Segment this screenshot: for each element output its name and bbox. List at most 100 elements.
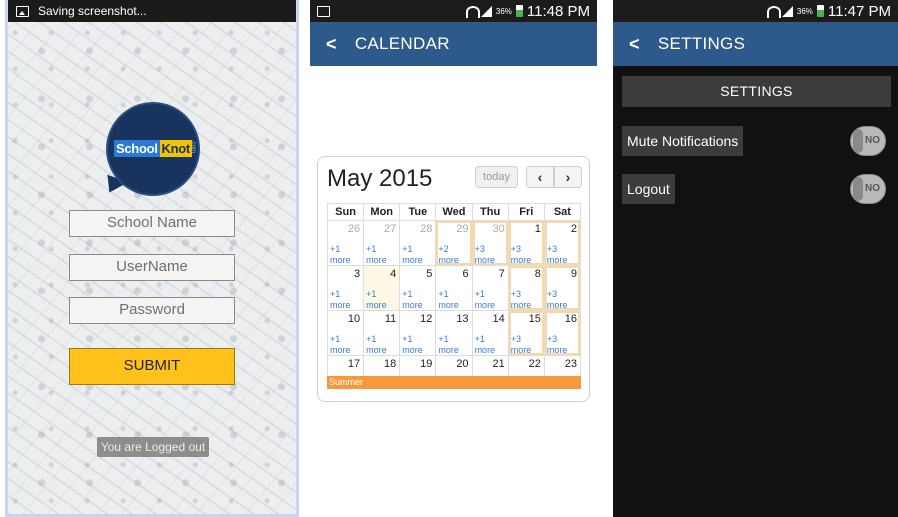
more-events-link[interactable]: +1 more	[330, 244, 351, 266]
day-number: 30	[492, 223, 505, 235]
more-events-link[interactable]: +1 more	[475, 334, 496, 356]
day-number: 16	[564, 313, 577, 325]
calendar-day-cell[interactable]: 26 +1 more	[328, 221, 365, 266]
settings-header: SETTINGS	[622, 76, 891, 107]
more-events-link[interactable]: +1 more	[330, 289, 351, 311]
day-number: 4	[390, 268, 397, 280]
day-number: 15	[528, 313, 541, 325]
more-events-link[interactable]: +3 more	[511, 334, 532, 356]
clock: 11:47 PM	[827, 2, 891, 20]
calendar-day-cell[interactable]: 11 +1 more	[364, 311, 401, 356]
calendar-day-cell[interactable]: 12 +1 more	[400, 311, 437, 356]
calendar-day-cell[interactable]: 16 +3 more	[544, 311, 581, 356]
more-events-link[interactable]: +3 more	[547, 289, 568, 311]
battery-percent: 36%	[796, 6, 813, 16]
day-number: 21	[492, 358, 505, 370]
battery-icon	[515, 5, 523, 17]
more-events-link[interactable]: +1 more	[402, 334, 423, 356]
calendar-day-cell[interactable]: 1 +3 more	[508, 221, 545, 266]
day-number: 2	[570, 223, 577, 235]
calendar-day-cell[interactable]: 28 +1 more	[400, 221, 437, 266]
more-events-link[interactable]: +3 more	[511, 244, 532, 266]
mute-notifications-toggle[interactable]: NO	[850, 126, 886, 156]
more-events-link[interactable]: +3 more	[547, 244, 568, 266]
wifi-icon	[766, 5, 781, 18]
username-input[interactable]: UserName	[69, 254, 235, 281]
calendar-day-cell[interactable]: 4 +1 more	[364, 266, 401, 311]
toggle-knob	[853, 129, 863, 153]
calendar-day-cell[interactable]: 10 +1 more	[328, 311, 365, 356]
more-events-link[interactable]: +1 more	[475, 289, 496, 311]
day-number: 7	[498, 268, 505, 280]
more-events-link[interactable]: +1 more	[438, 334, 459, 356]
day-number: 18	[384, 358, 397, 370]
calendar-day-cell[interactable]: 27 +1 more	[364, 221, 401, 266]
calendar-day-cell[interactable]: 30 +3 more	[472, 221, 509, 266]
logo-knot-text: Knot	[159, 140, 192, 157]
calendar-grid: Sun Mon Tue Wed Thu Fri Sat 26 +1 more 27 +1 more 28…	[327, 203, 581, 386]
more-events-link[interactable]: +2 more	[438, 244, 459, 266]
toggle-state: NO	[865, 183, 880, 194]
logo-wordmark: School Knot	[114, 140, 192, 157]
more-events-link[interactable]: +1 more	[366, 334, 387, 356]
weekday-header-cell: Mon	[364, 204, 401, 221]
calendar-day-cell[interactable]: 9 +3 more	[544, 266, 581, 311]
weekday-header-cell: Sun	[328, 204, 365, 221]
next-month-button[interactable]: ›	[554, 166, 582, 188]
calendar-screen: 36% 11:48 PM < CALENDAR May 2015 today ‹…	[310, 0, 597, 517]
calendar-day-cell[interactable]: 14 +1 more	[472, 311, 509, 356]
more-events-link[interactable]: +1 more	[402, 289, 423, 311]
calendar-card: May 2015 today ‹ › Sun Mon Tue Wed Thu Fri Sat…	[317, 156, 590, 402]
today-button[interactable]: today	[475, 166, 518, 188]
day-number: 19	[420, 358, 433, 370]
event-summer[interactable]: Summer	[327, 376, 581, 389]
calendar-day-cell[interactable]: 6 +1 more	[436, 266, 473, 311]
page-title: CALENDAR	[354, 34, 450, 53]
login-screen: Saving screenshot... School Knot .com Sch…	[5, 0, 299, 517]
calendar-day-cell[interactable]: 15 +3 more	[508, 311, 545, 356]
day-number: 5	[426, 268, 433, 280]
calendar-day-cell[interactable]: 5 +1 more	[400, 266, 437, 311]
more-events-link[interactable]: +1 more	[330, 334, 351, 356]
password-input[interactable]: Password	[69, 297, 235, 324]
calendar-day-cell[interactable]: 8 +3 more	[508, 266, 545, 311]
more-events-link[interactable]: +1 more	[438, 289, 459, 311]
month-title: May 2015	[327, 165, 433, 192]
more-events-link[interactable]: +1 more	[366, 244, 387, 266]
toggle-knob	[853, 177, 863, 201]
more-events-link[interactable]: +3 more	[547, 334, 568, 356]
weekday-header-cell: Wed	[436, 204, 473, 221]
day-number: 17	[347, 358, 361, 370]
weekday-header-cell: Tue	[400, 204, 437, 221]
day-number: 11	[384, 313, 397, 325]
more-events-link[interactable]: +3 more	[511, 289, 532, 311]
calendar-day-cell[interactable]: 29 +2 more	[436, 221, 473, 266]
day-number: 3	[354, 268, 361, 280]
calendar-day-cell[interactable]: 13 +1 more	[436, 311, 473, 356]
more-events-link[interactable]: +1 more	[402, 244, 423, 266]
submit-button[interactable]: SUBMIT	[69, 348, 235, 385]
status-bar: 36% 11:48 PM	[310, 0, 597, 22]
school-name-input[interactable]: School Name	[69, 210, 235, 237]
weekday-header-cell: Thu	[472, 204, 509, 221]
logout-toggle[interactable]: NO	[850, 174, 886, 204]
calendar-day-cell[interactable]: 7 +1 more	[472, 266, 509, 311]
calendar-week-row: 10 +1 more 11 +1 more 12 +1 more 13 +1 more 14 +1 more…	[328, 311, 581, 356]
day-number: 8	[534, 268, 541, 280]
status-text: Saving screenshot...	[38, 4, 147, 18]
day-number: 22	[528, 358, 541, 370]
calendar-day-cell[interactable]: 2 +3 more	[544, 221, 581, 266]
back-arrow-icon[interactable]: <	[629, 34, 640, 55]
logo-com-text: .com	[190, 140, 196, 154]
day-number: 29	[456, 223, 469, 235]
prev-month-button[interactable]: ‹	[526, 166, 554, 188]
back-arrow-icon[interactable]: <	[326, 34, 337, 55]
calendar-day-cell[interactable]: 3 +1 more	[328, 266, 365, 311]
battery-percent: 36%	[495, 6, 512, 16]
mute-notifications-label: Mute Notifications	[622, 126, 744, 156]
more-events-link[interactable]: +1 more	[366, 289, 387, 311]
day-number: 28	[420, 223, 433, 235]
day-number: 9	[570, 268, 577, 280]
day-number: 14	[492, 313, 505, 325]
more-events-link[interactable]: +3 more	[475, 244, 496, 266]
